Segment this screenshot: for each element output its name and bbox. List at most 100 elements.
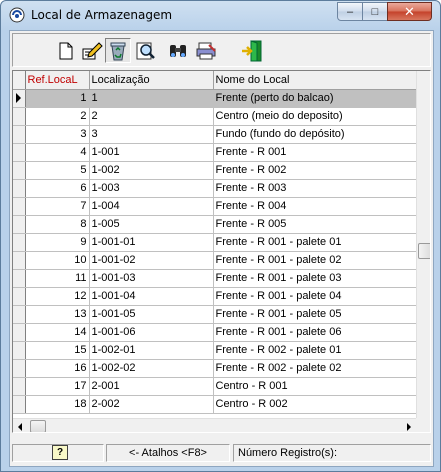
horizontal-scrollbar[interactable] [13, 418, 416, 432]
vertical-scroll-thumb[interactable] [418, 243, 430, 259]
row-indicator[interactable] [13, 359, 26, 378]
row-indicator[interactable] [13, 89, 26, 108]
cell-ref[interactable]: 16 [25, 359, 90, 378]
cell-localizacao[interactable]: 1-005 [89, 215, 214, 234]
cell-nome[interactable]: Frente - R 004 [213, 197, 417, 216]
table-row[interactable]: 14 1-001-06 Frente - R 001 - palete 06 [13, 323, 417, 342]
cell-ref[interactable]: 13 [25, 305, 90, 324]
table-row[interactable]: 2 2 Centro (meio do deposito) [13, 107, 417, 126]
row-indicator[interactable] [13, 395, 26, 414]
cell-ref[interactable]: 2 [25, 107, 90, 126]
table-row[interactable]: 13 1-001-05 Frente - R 001 - palete 05 [13, 305, 417, 324]
cell-localizacao[interactable]: 1-001-02 [89, 251, 214, 270]
table-row[interactable]: 8 1-005 Frente - R 005 [13, 215, 417, 234]
cell-nome[interactable]: Frente - R 001 - palete 02 [213, 251, 417, 270]
table-row[interactable]: 3 3 Fundo (fundo do depósito) [13, 125, 417, 144]
cell-ref[interactable]: 18 [25, 395, 90, 414]
cell-localizacao[interactable]: 1 [89, 89, 214, 108]
table-row[interactable]: 17 2-001 Centro - R 001 [13, 377, 417, 396]
cell-nome[interactable]: Frente - R 002 - palete 01 [213, 341, 417, 360]
search-record-button[interactable] [133, 38, 159, 63]
row-indicator[interactable] [13, 179, 26, 198]
horizontal-scroll-thumb[interactable] [30, 420, 46, 432]
new-record-button[interactable] [53, 38, 79, 63]
cell-localizacao[interactable]: 1-001-04 [89, 287, 214, 306]
maximize-button[interactable]: □ [362, 2, 388, 21]
table-row[interactable]: 6 1-003 Frente - R 003 [13, 179, 417, 198]
table-row[interactable]: 1 1 Frente (perto do balcao) [13, 89, 417, 108]
vertical-scrollbar[interactable] [416, 71, 430, 418]
cell-localizacao[interactable]: 1-001 [89, 143, 214, 162]
help-button[interactable]: ? [52, 445, 68, 460]
exit-button[interactable] [239, 38, 265, 63]
minimize-button[interactable]: – [337, 2, 363, 21]
cell-nome[interactable]: Frente - R 001 - palete 04 [213, 287, 417, 306]
cell-nome[interactable]: Frente - R 001 - palete 06 [213, 323, 417, 342]
row-indicator[interactable] [13, 251, 26, 270]
row-indicator[interactable] [13, 143, 26, 162]
cell-nome[interactable]: Frente - R 001 - palete 01 [213, 233, 417, 252]
find-record-button[interactable] [165, 38, 191, 63]
cell-ref[interactable]: 10 [25, 251, 90, 270]
table-row[interactable]: 5 1-002 Frente - R 002 [13, 161, 417, 180]
cell-localizacao[interactable]: 2-001 [89, 377, 214, 396]
title-bar[interactable]: Local de Armazenagem – □ ✕ [1, 1, 440, 29]
cell-localizacao[interactable]: 1-001-05 [89, 305, 214, 324]
cell-localizacao[interactable]: 1-004 [89, 197, 214, 216]
cell-ref[interactable]: 1 [25, 89, 90, 108]
row-indicator[interactable] [13, 197, 26, 216]
cell-ref[interactable]: 5 [25, 161, 90, 180]
cell-ref[interactable]: 8 [25, 215, 90, 234]
row-indicator[interactable] [13, 287, 26, 306]
column-header-ref[interactable]: Ref.LocaL [25, 71, 90, 90]
cell-ref[interactable]: 14 [25, 323, 90, 342]
cell-localizacao[interactable]: 1-001-06 [89, 323, 214, 342]
cell-nome[interactable]: Centro - R 002 [213, 395, 417, 414]
cell-localizacao[interactable]: 1-001-01 [89, 233, 214, 252]
cell-localizacao[interactable]: 1-003 [89, 179, 214, 198]
cell-ref[interactable]: 15 [25, 341, 90, 360]
cell-nome[interactable]: Frente - R 005 [213, 215, 417, 234]
column-header-nome[interactable]: Nome do Local [213, 71, 417, 90]
cell-nome[interactable]: Frente - R 001 [213, 143, 417, 162]
cell-ref[interactable]: 4 [25, 143, 90, 162]
row-indicator[interactable] [13, 215, 26, 234]
close-button[interactable]: ✕ [387, 2, 432, 21]
cell-ref[interactable]: 9 [25, 233, 90, 252]
row-indicator[interactable] [13, 377, 26, 396]
table-row[interactable]: 9 1-001-01 Frente - R 001 - palete 01 [13, 233, 417, 252]
cell-localizacao[interactable]: 1-002-02 [89, 359, 214, 378]
table-row[interactable]: 12 1-001-04 Frente - R 001 - palete 04 [13, 287, 417, 306]
cell-nome[interactable]: Frente - R 002 - palete 02 [213, 359, 417, 378]
cell-ref[interactable]: 11 [25, 269, 90, 288]
print-record-button[interactable] [193, 38, 219, 63]
cell-localizacao[interactable]: 1-002-01 [89, 341, 214, 360]
cell-nome[interactable]: Frente - R 001 - palete 03 [213, 269, 417, 288]
row-indicator[interactable] [13, 107, 26, 126]
scroll-right-arrow-icon[interactable] [407, 423, 411, 431]
data-grid[interactable]: Ref.LocaL Localização Nome do Local 1 1 Fr… [12, 70, 431, 433]
table-row[interactable]: 7 1-004 Frente - R 004 [13, 197, 417, 216]
row-indicator[interactable] [13, 305, 26, 324]
cell-ref[interactable]: 17 [25, 377, 90, 396]
cell-localizacao[interactable]: 1-002 [89, 161, 214, 180]
delete-record-button[interactable] [105, 38, 131, 63]
cell-localizacao[interactable]: 2 [89, 107, 214, 126]
row-indicator[interactable] [13, 341, 26, 360]
cell-nome[interactable]: Fundo (fundo do depósito) [213, 125, 417, 144]
row-indicator[interactable] [13, 323, 26, 342]
cell-ref[interactable]: 7 [25, 197, 90, 216]
row-indicator[interactable] [13, 125, 26, 144]
cell-nome[interactable]: Frente - R 003 [213, 179, 417, 198]
cell-ref[interactable]: 6 [25, 179, 90, 198]
cell-localizacao[interactable]: 2-002 [89, 395, 214, 414]
cell-ref[interactable]: 3 [25, 125, 90, 144]
row-indicator[interactable] [13, 233, 26, 252]
table-row[interactable]: 18 2-002 Centro - R 002 [13, 395, 417, 414]
table-row[interactable]: 10 1-001-02 Frente - R 001 - palete 02 [13, 251, 417, 270]
table-row[interactable]: 15 1-002-01 Frente - R 002 - palete 01 [13, 341, 417, 360]
cell-nome[interactable]: Centro - R 001 [213, 377, 417, 396]
column-header-localizacao[interactable]: Localização [89, 71, 214, 90]
cell-localizacao[interactable]: 1-001-03 [89, 269, 214, 288]
cell-nome[interactable]: Frente (perto do balcao) [213, 89, 417, 108]
